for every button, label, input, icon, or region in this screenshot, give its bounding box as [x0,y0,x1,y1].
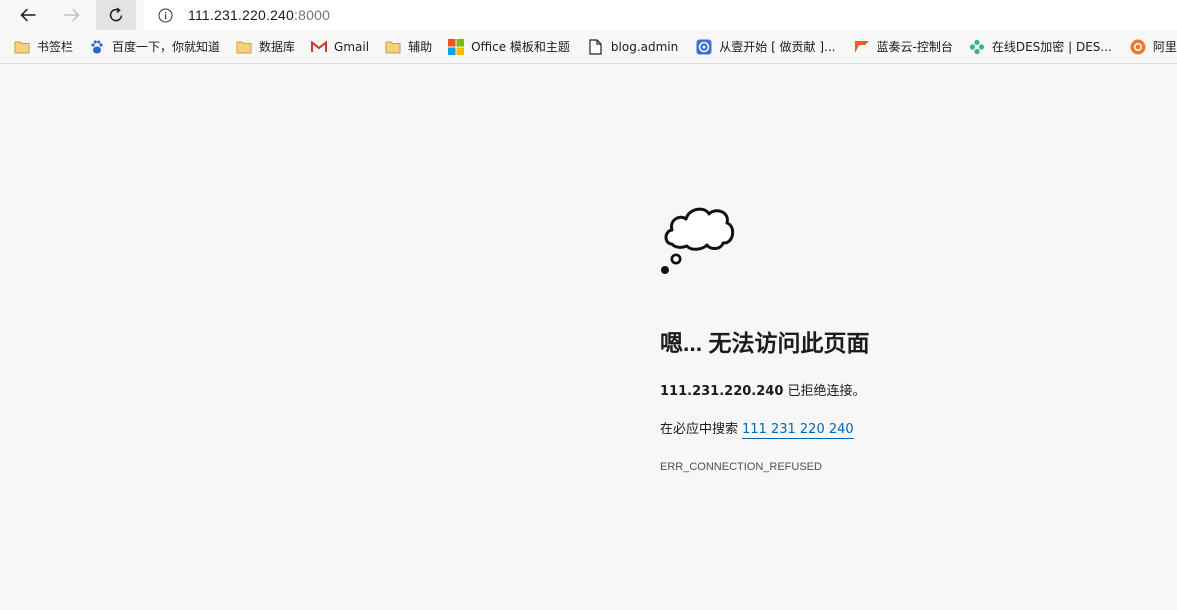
folder-icon [236,39,252,55]
alimama-icon [1130,39,1146,55]
error-code: ERR_CONNECTION_REFUSED [660,461,822,473]
bookmark-label: 百度一下，你就知道 [112,40,221,54]
forward-button[interactable] [52,0,92,30]
bookmark-alimama[interactable]: 阿里妈妈 [1124,34,1177,60]
bookmark-label: 在线DES加密 | DES... [991,40,1112,54]
arrow-right-icon [64,8,80,22]
search-prefix: 在必应中搜索 [660,422,739,437]
bookmark-label: Gmail [334,39,370,54]
page-icon [588,38,604,55]
url-text[interactable]: 111.231.220.240:8000 [188,7,330,23]
bookmark-des-encrypt[interactable]: 在线DES加密 | DES... [963,34,1118,60]
info-icon[interactable] [158,7,174,23]
flag-icon [854,39,870,55]
bookmark-contribute[interactable]: 从壹开始 [ 做贡献 ]... [690,34,841,60]
bookmark-label: 蓝奏云-控制台 [876,40,953,54]
bookmark-gmail[interactable]: Gmail [305,34,375,60]
folder-icon [385,39,401,55]
bookmark-label: 从壹开始 [ 做贡献 ]... [719,40,836,54]
address-bar[interactable]: 111.231.220.240:8000 [144,0,1177,30]
error-host: 111.231.220.240 [660,384,784,399]
bookmark-folder-database[interactable]: 数据库 [230,34,301,60]
bookmark-office[interactable]: Office 模板和主题 [442,34,576,60]
error-panel: 嗯... 无法访问此页面 111.231.220.240 已拒绝连接。 在必应中… [660,200,1140,473]
bookmark-label: 阿里妈妈 [1152,40,1177,54]
error-refused-text: 已拒绝连接。 [783,384,866,399]
bookmark-label: 数据库 [259,40,296,54]
bookmark-label: blog.admin [610,39,679,54]
folder-icon [14,39,30,55]
url-host: 111.231.220.240 [188,7,295,23]
arrow-left-icon [20,8,36,22]
thought-cloud-icon [661,207,735,274]
refresh-button[interactable] [96,0,136,30]
gmail-icon [311,39,328,55]
gear-flower-icon [969,39,985,55]
bookmark-lanzou[interactable]: 蓝奏云-控制台 [848,34,959,60]
back-button[interactable] [8,0,48,30]
bookmark-label: Office 模板和主题 [471,40,570,54]
bookmark-folder-bookmarks-bar[interactable]: 书签栏 [8,34,79,60]
github-like-icon [696,39,712,55]
error-title: 嗯... 无法访问此页面 [660,330,870,356]
microsoft-logo-icon [448,38,465,55]
bookmark-label: 辅助 [408,40,433,54]
bookmark-blog-admin[interactable]: blog.admin [582,34,684,60]
error-message: 111.231.220.240 已拒绝连接。 [660,380,1140,399]
bookmark-folder-helper[interactable]: 辅助 [379,34,438,60]
baidu-paw-icon [89,39,105,55]
bookmark-baidu[interactable]: 百度一下，你就知道 [83,34,226,60]
refresh-icon [109,7,123,22]
bookmarks-bar: 书签栏 百度一下，你就知道 数据库 Gmail 辅助 Office 模板和主题 … [0,30,1177,64]
url-port: :8000 [294,7,331,23]
bookmark-label: 书签栏 [37,40,74,54]
bing-search-link[interactable]: 111 231 220 240 [742,422,854,439]
search-suggestion: 在必应中搜索 111 231 220 240 [660,418,1140,439]
